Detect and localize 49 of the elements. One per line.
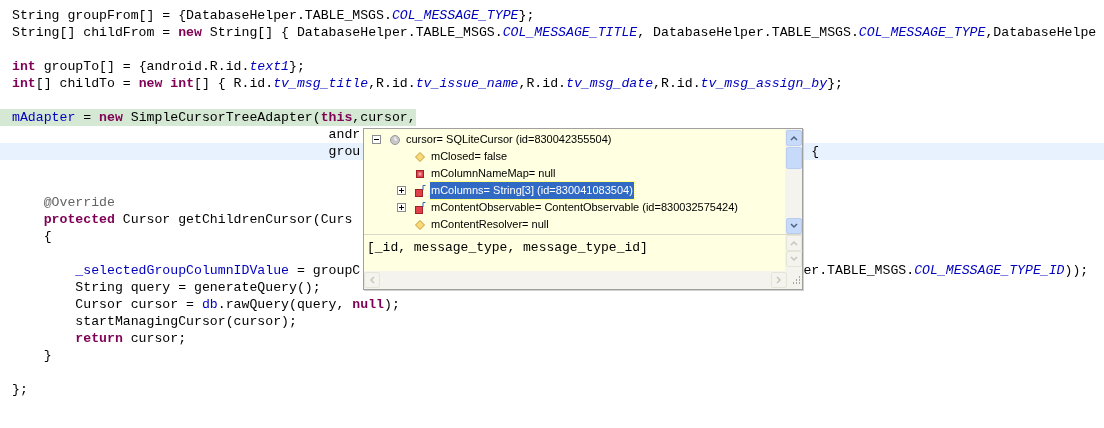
- diamond-icon: [415, 151, 425, 162]
- variable-row[interactable]: mColumns= String[3] (id=830041083504): [430, 182, 634, 199]
- code-line: };: [11, 381, 28, 398]
- scroll-left-button[interactable]: [364, 272, 380, 288]
- diamond-icon: [415, 219, 425, 230]
- expand-toggle[interactable]: [396, 186, 406, 195]
- variable-row[interactable]: mContentResolver= null: [430, 216, 550, 233]
- variable-row[interactable]: cursor= SQLiteCursor (id=830042355504): [405, 131, 613, 148]
- code-line: startManagingCursor(cursor);: [74, 313, 297, 330]
- flagged-square-icon: [414, 201, 426, 214]
- code-line: {: [810, 143, 820, 160]
- flagged-square-icon: [414, 184, 426, 197]
- scroll-right-button[interactable]: [771, 272, 787, 288]
- code-line: Cursor cursor = db.rawQuery(query, null);: [74, 296, 400, 313]
- caret-left-icon: [368, 276, 376, 284]
- code-line: int[] childTo = new int[] { R.id.tv_msg_title,R.id.tv_issue_name,R.id.tv_msg_date,R.id.tv_msg_assign_by};: [11, 75, 843, 92]
- square-icon: [415, 168, 425, 179]
- collapse-toggle[interactable]: [371, 135, 381, 144]
- code-line: _selectedGroupColumnIDValue = groupC: [74, 262, 361, 279]
- variable-row[interactable]: mClosed= false: [430, 148, 509, 165]
- code-line: protected Cursor getChildrenCursor(Curs: [42, 211, 353, 228]
- plus-icon: [398, 205, 404, 210]
- vertical-scrollbar[interactable]: [785, 129, 802, 234]
- code-line: String query = generateQuery();: [74, 279, 321, 296]
- caret-down-icon: [789, 255, 798, 263]
- code-line: return cursor;: [74, 330, 187, 347]
- scroll-up-button[interactable]: [785, 130, 802, 146]
- variable-row[interactable]: mContentObservable= ContentObservable (id=830032575424): [430, 199, 739, 216]
- scroll-down-button[interactable]: [785, 218, 802, 234]
- scroll-thumb[interactable]: [785, 147, 802, 169]
- plus-icon: [398, 188, 404, 193]
- value-detail-text: [_id, message_type, message_type_id]: [366, 239, 649, 257]
- circle-icon: [390, 134, 400, 145]
- caret-right-icon: [775, 276, 783, 284]
- code-line: {: [42, 228, 52, 245]
- caret-up-icon: [789, 134, 798, 142]
- code-line: er.TABLE_MSGS.COL_MESSAGE_TYPE_ID));: [803, 262, 1089, 279]
- variable-row[interactable]: mColumnNameMap= null: [430, 165, 557, 182]
- code-line: String[] childFrom = new String[] { DatabaseHelper.TABLE_MSGS.COL_MESSAGE_TITLE, DatabaseHelper.TABLE_MSGS.COL_MESSAGE_TYPE,DatabaseHelpe: [11, 24, 1097, 41]
- code-line: }: [42, 347, 52, 364]
- code-line: @Override: [42, 194, 115, 211]
- code-line: grou: [327, 143, 361, 160]
- caret-up-icon: [789, 239, 798, 247]
- code-line: int groupTo[] = {android.R.id.text1};: [11, 58, 305, 75]
- minus-icon: [373, 137, 379, 142]
- caret-down-icon: [789, 222, 798, 230]
- expand-toggle[interactable]: [396, 203, 406, 212]
- code-line: String groupFrom[] = {DatabaseHelper.TABLE_MSGS.COL_MESSAGE_TYPE};: [11, 7, 535, 24]
- code-line: andr: [327, 126, 361, 143]
